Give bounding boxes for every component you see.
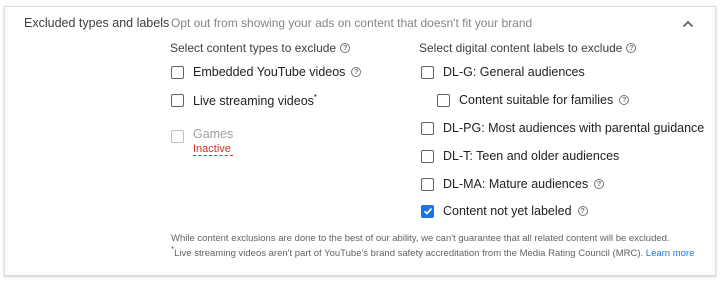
content-types-heading-text: Select content types to exclude	[170, 41, 337, 55]
help-icon[interactable]: ?	[626, 43, 637, 53]
content-labels-heading: Select digital content labels to exclude…	[419, 41, 637, 55]
checkbox-dl-t[interactable]	[421, 149, 434, 163]
checkbox-label: Games	[193, 127, 234, 141]
checkbox-row-not-labeled[interactable]: Content not yet labeled ?	[421, 204, 588, 218]
checkbox-label: DL-T: Teen and older audiences	[443, 149, 620, 163]
footnote-marker: *	[313, 93, 318, 102]
help-icon[interactable]: ?	[577, 206, 588, 216]
checkbox-row-dl-pg[interactable]: DL-PG: Most audiences with parental guid…	[421, 121, 704, 135]
footnote-text: Live streaming videos aren't part of You…	[174, 248, 644, 260]
section-subtitle: Opt out from showing your ads on content…	[171, 16, 533, 30]
excluded-types-panel: Excluded types and labels Opt out from s…	[4, 6, 716, 276]
collapse-button[interactable]	[679, 16, 697, 32]
content-types-heading: Select content types to exclude ?	[170, 41, 351, 55]
checkbox-label: Live streaming videos	[193, 94, 314, 109]
checkbox-row-dl-t[interactable]: DL-T: Teen and older audiences	[421, 149, 619, 163]
checkbox-live-streaming[interactable]	[171, 94, 184, 108]
check-icon	[423, 208, 432, 215]
checkbox-dl-pg[interactable]	[421, 121, 434, 135]
help-icon[interactable]: ?	[594, 179, 605, 189]
checkbox-label: DL-G: General audiences	[443, 65, 585, 79]
chevron-up-icon	[682, 20, 694, 28]
disclaimer-text: While content exclusions are done to the…	[171, 233, 670, 244]
learn-more-link[interactable]: Learn more	[646, 248, 695, 259]
checkbox-row-dl-g[interactable]: DL-G: General audiences	[421, 65, 585, 79]
checkbox-label: DL-PG: Most audiences with parental guid…	[443, 121, 705, 135]
checkbox-row-families[interactable]: Content suitable for families ?	[437, 93, 630, 107]
checkbox-label: Embedded YouTube videos	[193, 65, 346, 79]
checkbox-label: Content not yet labeled	[443, 204, 572, 218]
help-icon[interactable]: ?	[351, 67, 362, 77]
checkbox-games	[171, 130, 184, 143]
checkbox-dl-g[interactable]	[421, 65, 434, 79]
help-icon[interactable]: ?	[619, 95, 630, 105]
checkbox-label: DL-MA: Mature audiences	[443, 177, 589, 191]
checkbox-families[interactable]	[437, 93, 450, 107]
checkbox-embedded-youtube[interactable]	[171, 65, 184, 79]
footnote: *Live streaming videos aren't part of Yo…	[171, 245, 694, 259]
section-title: Excluded types and labels	[24, 16, 170, 30]
checkbox-row-live-streaming[interactable]: Live streaming videos*	[171, 93, 317, 108]
checkbox-row-embedded-youtube[interactable]: Embedded YouTube videos ?	[171, 65, 362, 79]
checkbox-dl-ma[interactable]	[421, 177, 434, 191]
checkbox-row-dl-ma[interactable]: DL-MA: Mature audiences ?	[421, 177, 605, 191]
checkbox-label: Content suitable for families	[459, 93, 614, 107]
checkbox-not-labeled[interactable]	[421, 204, 434, 218]
checkbox-row-games: Games Inactive	[171, 127, 234, 156]
help-icon[interactable]: ?	[340, 43, 351, 53]
inactive-status: Inactive	[193, 143, 234, 156]
content-labels-heading-text: Select digital content labels to exclude	[419, 41, 623, 55]
